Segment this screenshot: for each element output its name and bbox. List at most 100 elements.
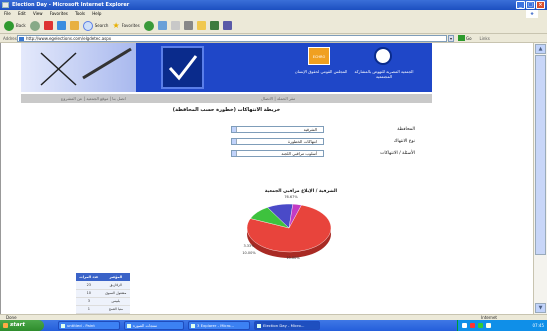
links-button[interactable]: Links	[480, 36, 490, 41]
messenger-icon	[209, 21, 219, 30]
ie-app-icon	[2, 2, 9, 8]
refresh-icon	[56, 21, 66, 30]
back-button[interactable]: Back	[4, 20, 26, 32]
task-election-day[interactable]: Election Day - Micro...	[254, 321, 320, 330]
task-paint[interactable]: untitled - Paint	[58, 321, 120, 330]
maximize-button[interactable]: □	[526, 1, 535, 9]
media-button[interactable]	[143, 20, 154, 32]
volume-icon[interactable]	[486, 323, 491, 328]
subnav-left-links[interactable]: اتصل بنا | موقع الجمعية | عن المشروع	[61, 94, 126, 103]
pie-label-blue: 10.00%	[242, 251, 256, 255]
search-button[interactable]: Search	[82, 20, 109, 32]
checkmark-icon	[161, 46, 204, 89]
task-explorer[interactable]: 3 Explorer - Micro...	[188, 321, 250, 330]
window-controls: _ □ ×	[516, 1, 545, 9]
subnav-right-links[interactable]: مقر الحملة | الاتصال	[261, 94, 295, 103]
system-tray: 07:45	[457, 320, 547, 331]
stop-icon	[43, 21, 53, 30]
menu-file[interactable]: File	[4, 11, 11, 16]
table-header-row: عدد المرات المؤشر	[76, 273, 130, 281]
task-label: منتجات الصورة	[133, 323, 158, 328]
web-content: ECHRO المجلس القومي لحقوق الإنسان الجمعي…	[0, 43, 533, 314]
chevron-down-icon	[232, 127, 237, 132]
table-row: 23 الزقازيق	[76, 281, 130, 290]
table-cell-name: الزقازيق	[101, 281, 130, 290]
history-icon	[157, 21, 167, 30]
network-icon[interactable]	[478, 323, 483, 328]
table-cell-name: مشتول السوق	[101, 289, 130, 298]
table-cell-name: بلبيس	[101, 297, 130, 306]
refresh-button[interactable]	[56, 20, 66, 32]
governorate-label: المحافظة	[397, 127, 415, 132]
org-logo-text: ECHRO	[312, 55, 326, 59]
star-icon: ★	[112, 21, 120, 30]
taskbar: start untitled - Paint منتجات الصورة 3 E…	[0, 320, 547, 331]
go-button[interactable]: Go	[458, 35, 472, 41]
minimize-button[interactable]: _	[516, 1, 525, 9]
paint-icon	[61, 324, 65, 328]
table-cell-name: منيا القمح	[101, 305, 130, 314]
close-button[interactable]: ×	[536, 1, 545, 9]
question-value: أسلوب مراقبي اللجنة	[281, 151, 317, 156]
violation-type-label: نوع الانتهاك	[393, 139, 415, 144]
question-row: أسلوب مراقبي اللجنة الأسئلة / الانتهاكات	[231, 150, 471, 158]
security-icon[interactable]	[470, 323, 475, 328]
address-dropdown-button[interactable]: ▾	[448, 34, 454, 42]
home-icon	[69, 21, 79, 30]
toolbar: Back Search ★ Favorites	[0, 18, 547, 34]
vertical-scrollbar[interactable]: ▲ ▼	[533, 43, 547, 314]
menu-bar: File Edit View Favorites Tools Help ❖	[0, 10, 547, 18]
menu-help[interactable]: Help	[92, 11, 101, 16]
violation-type-value: انتهاكات الخطورة	[288, 139, 317, 144]
chevron-down-icon	[232, 139, 237, 144]
print-icon	[183, 21, 193, 30]
mail-button[interactable]	[170, 20, 180, 32]
governorate-select[interactable]: الشرقية	[231, 126, 324, 133]
start-button[interactable]: start	[0, 320, 44, 331]
favorites-button[interactable]: ★ Favorites	[112, 20, 139, 32]
forward-button[interactable]	[29, 20, 40, 32]
mail-icon	[170, 21, 180, 30]
windows-flag-icon	[3, 323, 8, 328]
page-title: خريطة الانتهاكات (خطورة حسب المحافظة)	[172, 107, 281, 113]
messenger-button[interactable]	[209, 20, 219, 32]
menu-tools[interactable]: Tools	[75, 11, 85, 16]
chevron-down-icon	[232, 151, 237, 156]
ie-icon	[191, 324, 195, 328]
table-row: 1 منيا القمح	[76, 305, 130, 314]
menu-edit[interactable]: Edit	[18, 11, 26, 16]
folder-icon	[127, 324, 131, 328]
history-button[interactable]	[157, 20, 167, 32]
research-button[interactable]	[222, 20, 232, 32]
folder-button[interactable]	[196, 20, 206, 32]
pie-label-main: 76.67%	[284, 195, 298, 199]
violation-type-select[interactable]: انتهاكات الخطورة	[231, 138, 324, 145]
search-label: Search	[94, 23, 109, 28]
question-select[interactable]: أسلوب مراقبي اللجنة	[231, 150, 324, 157]
language-icon[interactable]	[462, 323, 467, 328]
clock: 07:45	[532, 323, 544, 328]
stop-button[interactable]	[43, 20, 53, 32]
window-title: Election Day - Microsoft Internet Explor…	[12, 2, 130, 8]
address-bar: Address http://www.egelections.com/elgde…	[0, 34, 547, 43]
windows-logo-icon: ❖	[526, 10, 538, 18]
scroll-down-button[interactable]: ▼	[535, 303, 546, 313]
table-row: 10 مشتول السوق	[76, 289, 130, 298]
table-cell-count: 23	[76, 281, 102, 290]
scroll-up-button[interactable]: ▲	[535, 44, 546, 54]
window-titlebar: Election Day - Microsoft Internet Explor…	[0, 0, 547, 10]
menu-favorites[interactable]: Favorites	[50, 11, 68, 16]
home-button[interactable]	[69, 20, 79, 32]
table-header-count: عدد المرات	[76, 273, 102, 281]
address-input[interactable]: http://www.egelections.com/elgdetec.aspx	[17, 34, 447, 42]
scroll-thumb[interactable]	[535, 55, 546, 255]
table-header-indicator: المؤشر	[101, 273, 130, 281]
forward-arrow-icon	[29, 20, 40, 31]
start-label: start	[10, 322, 25, 328]
folder-icon	[196, 21, 206, 30]
research-icon	[222, 21, 232, 30]
task-label: 3 Explorer - Micro...	[197, 323, 234, 328]
task-folder[interactable]: منتجات الصورة	[124, 321, 184, 330]
menu-view[interactable]: View	[33, 11, 43, 16]
print-button[interactable]	[183, 20, 193, 32]
